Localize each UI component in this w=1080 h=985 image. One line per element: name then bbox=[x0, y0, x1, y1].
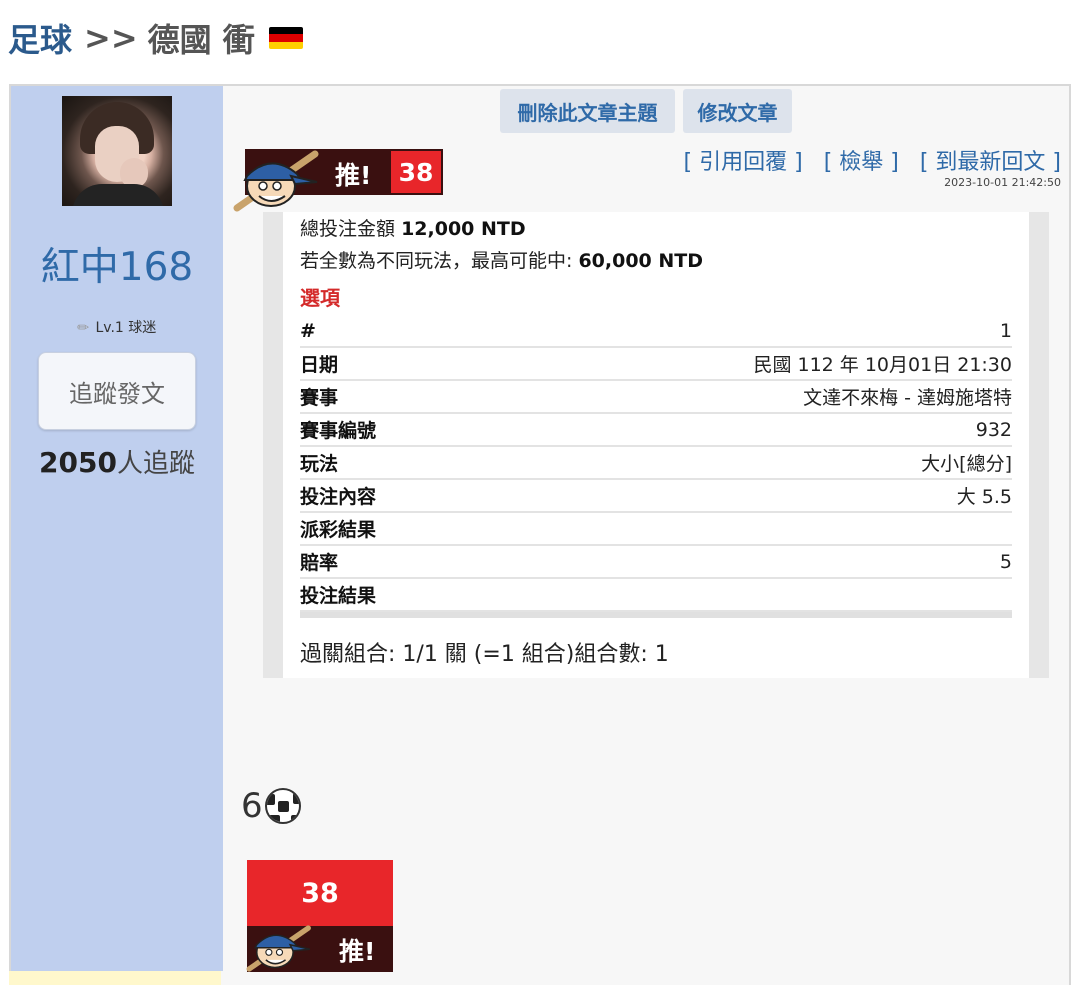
avatar[interactable] bbox=[62, 96, 172, 206]
push-button-bottom[interactable]: 38 推! bbox=[246, 860, 393, 972]
baseball-mascot-icon bbox=[233, 150, 319, 212]
edit-post-button[interactable]: 修改文章 bbox=[683, 89, 792, 133]
breadcrumb-separator: >> bbox=[84, 19, 138, 57]
bet-row: 日期 民國 112 年 10月01日 21:30 bbox=[300, 348, 1012, 381]
author-name[interactable]: 紅中168 bbox=[11, 236, 223, 292]
bet-total-label: 總投注金額 bbox=[300, 218, 396, 240]
bet-row: 賽事 文達不來梅 - 達姆施塔特 bbox=[300, 381, 1012, 414]
follower-number: 2050 bbox=[39, 446, 117, 479]
table-divider bbox=[300, 612, 1012, 618]
bet-max-label: 若全數為不同玩法，最高可能中: bbox=[300, 250, 573, 272]
delete-topic-button[interactable]: 刪除此文章主題 bbox=[500, 89, 675, 133]
bet-slip-content: 總投注金額 12,000 NTD 若全數為不同玩法，最高可能中: 60,000 … bbox=[283, 212, 1029, 678]
next-post-sidebar-edge bbox=[9, 971, 221, 985]
parlay-combination: 過關組合: 1/1 關 (=1 組合)組合數: 1 bbox=[300, 642, 669, 667]
bet-row-key: 日期 bbox=[300, 354, 339, 376]
push-count: 38 bbox=[391, 151, 441, 193]
bet-row-value: 932 bbox=[975, 418, 1012, 441]
bet-row: #1 bbox=[300, 315, 1012, 348]
post-actions: [ 引用回覆 ] [ 檢舉 ] [ 到最新回文 ] bbox=[670, 144, 1061, 176]
bet-row: 玩法 大小[總分] bbox=[300, 447, 1012, 480]
author-sidebar: 紅中168 ✎ Lv.1 球迷 追蹤發文 2050人追蹤 bbox=[11, 86, 223, 971]
level-label: Lv.1 球迷 bbox=[95, 320, 157, 336]
german-flag-icon bbox=[268, 27, 303, 49]
breadcrumb-section-link[interactable]: 足球 bbox=[8, 15, 72, 61]
bet-row-key: 賽事編號 bbox=[300, 420, 377, 442]
bet-max-win: 若全數為不同玩法，最高可能中: 60,000 NTD bbox=[300, 246, 703, 273]
post-frame: 紅中168 ✎ Lv.1 球迷 追蹤發文 2050人追蹤 刪除此文章主題 修改文章… bbox=[9, 84, 1071, 985]
pencil-icon: ✎ bbox=[73, 318, 94, 338]
bet-row-key: 賠率 bbox=[300, 552, 339, 574]
post-timestamp: 2023-10-01 21:42:50 bbox=[944, 176, 1061, 189]
soccer-ball-icon bbox=[264, 788, 301, 824]
bet-table: #1 日期 民國 112 年 10月01日 21:30 賽事 文達不來梅 - 達姆施… bbox=[300, 315, 1012, 618]
bet-row-value: 5 bbox=[999, 550, 1012, 573]
baseball-mascot-icon bbox=[246, 925, 311, 972]
options-title: 選項 bbox=[300, 286, 340, 310]
push-label: 推! bbox=[335, 161, 372, 190]
bet-row-value: 文達不來梅 - 達姆施塔特 bbox=[803, 387, 1012, 409]
bet-row-key: 玩法 bbox=[300, 453, 339, 475]
bet-row-key: 投注結果 bbox=[300, 585, 377, 607]
bet-row: 派彩結果 bbox=[300, 513, 1012, 546]
page-title: 德國 衝 bbox=[147, 21, 255, 59]
bet-row: 賽事編號 932 bbox=[300, 414, 1012, 447]
push-button[interactable]: 推! 38 bbox=[233, 146, 445, 216]
bet-row-value: 1 bbox=[999, 319, 1012, 342]
push-count-bottom: 38 bbox=[247, 860, 393, 926]
follower-count: 2050人追蹤 bbox=[11, 443, 223, 480]
follow-button[interactable]: 追蹤發文 bbox=[38, 352, 196, 430]
post-main: 刪除此文章主題 修改文章 推! 38 [ 引用回覆 ] [ 檢舉 ] [ 到最新… bbox=[223, 86, 1069, 972]
bet-total: 總投注金額 12,000 NTD bbox=[300, 214, 526, 241]
bet-row-key: 賽事 bbox=[300, 387, 339, 409]
bet-total-value: 12,000 NTD bbox=[401, 218, 526, 240]
bet-row-key: # bbox=[300, 319, 316, 342]
bet-row: 投注結果 bbox=[300, 579, 1012, 612]
post-body-text: 6 bbox=[241, 786, 263, 826]
bet-row-value: 大小[總分] bbox=[921, 453, 1012, 475]
bet-row: 賠率 5 bbox=[300, 546, 1012, 579]
bet-row-key: 投注內容 bbox=[300, 486, 377, 508]
quote-reply-link[interactable]: [ 引用回覆 ] bbox=[684, 150, 803, 175]
author-level: ✎ Lv.1 球迷 bbox=[11, 317, 223, 338]
bet-row: 投注內容 大 5.5 bbox=[300, 480, 1012, 513]
bet-row-key: 派彩結果 bbox=[300, 519, 377, 541]
bet-slip: 總投注金額 12,000 NTD 若全數為不同玩法，最高可能中: 60,000 … bbox=[263, 212, 1049, 678]
bet-row-value: 大 5.5 bbox=[956, 486, 1012, 508]
push-label-bottom: 推! bbox=[339, 937, 376, 966]
latest-reply-link[interactable]: [ 到最新回文 ] bbox=[920, 150, 1061, 175]
breadcrumb: 足球 >> 德國 衝 bbox=[8, 15, 303, 61]
follower-suffix: 人追蹤 bbox=[116, 449, 195, 479]
report-link[interactable]: [ 檢舉 ] bbox=[824, 150, 899, 175]
bet-max-value: 60,000 NTD bbox=[578, 250, 704, 272]
post-body: 6 bbox=[241, 786, 301, 826]
bet-row-value: 民國 112 年 10月01日 21:30 bbox=[753, 354, 1012, 376]
